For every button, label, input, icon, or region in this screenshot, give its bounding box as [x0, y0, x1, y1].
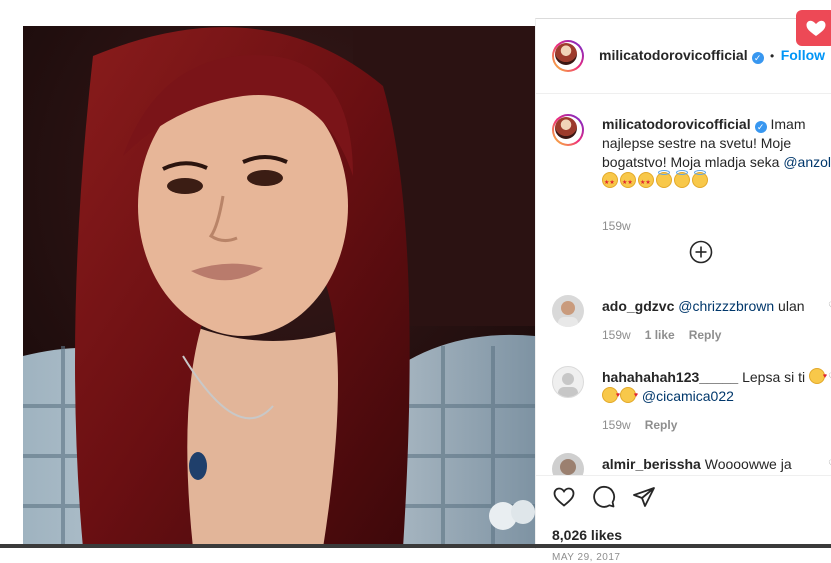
comment-text: Lepsa si ti: [738, 369, 806, 385]
star-struck-emoji: [602, 172, 618, 193]
plus-circle-icon: [689, 240, 713, 264]
comment-mention[interactable]: @cicamica022: [642, 388, 734, 404]
share-button[interactable]: [632, 485, 656, 509]
paper-plane-icon: [633, 487, 655, 507]
comment-age[interactable]: 159w: [602, 328, 631, 342]
comment-meta: 159w Reply: [602, 418, 691, 432]
commenter-avatar[interactable]: [552, 453, 584, 475]
comment-reply-button[interactable]: Reply: [645, 418, 678, 432]
comment-text: Woooowwe ja: [700, 456, 792, 472]
kissing-face-emoji: [602, 386, 620, 405]
comment-mention[interactable]: @chrizzzbrown: [678, 298, 774, 314]
verified-badge-icon: ✓: [754, 121, 767, 133]
smiling-halo-emoji: [692, 170, 708, 188]
post-side-panel: milicatodorovicofficial ✓ • Follow milica…: [535, 18, 831, 563]
verified-badge-icon: ✓: [751, 52, 764, 64]
heart-outline-icon: [553, 487, 575, 507]
comment-button[interactable]: [592, 485, 616, 509]
activity-notification[interactable]: [796, 10, 831, 46]
kissing-face-emoji: [809, 367, 827, 386]
follow-button[interactable]: Follow: [781, 47, 825, 63]
commenter-avatar[interactable]: [552, 366, 584, 398]
comment-username[interactable]: hahahahah123_____: [602, 369, 738, 385]
caption: milicatodorovicofficial ✓ Imam najlepse s…: [552, 114, 831, 233]
caption-age[interactable]: 159w: [602, 219, 631, 233]
comment-item: hahahahah123_____ Lepsa si ti @cicamica0…: [552, 366, 831, 446]
like-button[interactable]: [552, 485, 576, 509]
caption-avatar[interactable]: [552, 114, 584, 146]
post-photo[interactable]: [23, 26, 535, 548]
comment-username[interactable]: almir_berissha: [602, 456, 701, 472]
kissing-face-emoji: [620, 386, 638, 405]
caption-username[interactable]: milicatodorovicofficial: [602, 116, 751, 132]
comment-item: ado_gdzvc @chrizzzbrown ulan 159w 1 like R…: [552, 295, 831, 355]
comment-bubble-icon: [593, 486, 616, 508]
comment-body: hahahahah123_____ Lepsa si ti @cicamica0…: [602, 367, 831, 406]
commenter-avatar[interactable]: [552, 295, 584, 327]
comment-body: almir_berissha Woooowwe ja: [602, 455, 831, 474]
header-separator: •: [770, 49, 775, 63]
smiling-halo-emoji: [656, 170, 672, 188]
comment-body: ado_gdzvc @chrizzzbrown ulan: [602, 297, 831, 316]
header-title-row: milicatodorovicofficial ✓ • Follow: [599, 47, 825, 65]
window-bottom-bar: [0, 544, 831, 548]
comment-likes[interactable]: 1 like: [645, 328, 675, 342]
comment-text: ulan: [774, 298, 805, 314]
heart-filled-icon: [806, 20, 826, 36]
author-avatar[interactable]: [552, 40, 584, 72]
comment-meta: 159w 1 like Reply: [602, 328, 735, 342]
caption-body: milicatodorovicofficial ✓ Imam najlepse s…: [602, 115, 831, 193]
comment-username[interactable]: ado_gdzvc: [602, 298, 674, 314]
likes-count[interactable]: 8,026 likes: [552, 527, 622, 543]
caption-mention[interactable]: @anzoli: [783, 154, 831, 170]
post-date: MAY 29, 2017: [552, 552, 621, 563]
load-more-comments-button[interactable]: [689, 240, 713, 264]
author-username[interactable]: milicatodorovicofficial: [599, 47, 748, 63]
star-struck-emoji: [638, 172, 654, 193]
star-struck-emoji: [620, 172, 636, 193]
comment-age[interactable]: 159w: [602, 418, 631, 432]
smiling-halo-emoji: [674, 170, 690, 188]
comment-item: almir_berissha Woooowwe ja ♡: [552, 453, 831, 475]
post-header: milicatodorovicofficial ✓ • Follow: [536, 19, 831, 94]
comment-reply-button[interactable]: Reply: [689, 328, 722, 342]
